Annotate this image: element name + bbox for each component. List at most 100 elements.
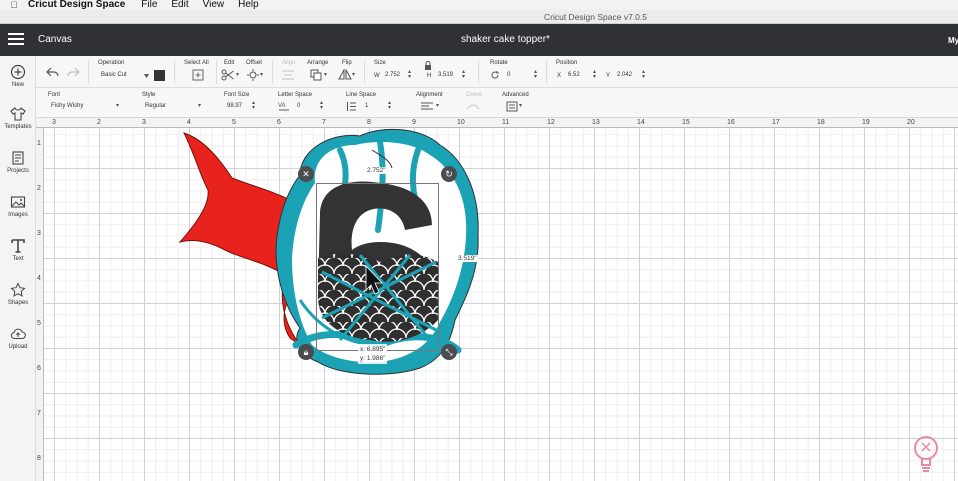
menu-file[interactable]: File bbox=[141, 0, 157, 10]
ruler-top: 3 2 3 4 5 6 7 8 9 10 11 12 13 14 15 16 1… bbox=[36, 118, 958, 128]
app-menu[interactable]: Cricut Design Space bbox=[28, 0, 125, 10]
account-menu[interactable]: My bbox=[948, 36, 958, 45]
ruler-tick: 15 bbox=[682, 119, 690, 126]
line-space-icon bbox=[347, 102, 356, 111]
design-canvas[interactable] bbox=[44, 128, 958, 481]
style-select[interactable]: Regular bbox=[142, 101, 206, 112]
font-size-label: Font Size bbox=[224, 92, 250, 98]
sidebar-item-images[interactable]: Images bbox=[0, 194, 36, 218]
ruler-tick: 6 bbox=[37, 365, 41, 372]
rotate-input[interactable]: 0 bbox=[504, 70, 532, 81]
menu-edit[interactable]: Edit bbox=[171, 0, 188, 10]
ruler-tick: 4 bbox=[37, 275, 41, 282]
app-header: Canvas shaker cake topper* My bbox=[0, 24, 958, 56]
selection-width-label: 2.752" bbox=[366, 167, 387, 174]
window-title-bar: Cricut Design Space v7.0.5 bbox=[0, 10, 958, 24]
ruler-tick: 8 bbox=[37, 455, 41, 462]
sidebar-item-label: Images bbox=[8, 212, 28, 218]
scissors-icon[interactable] bbox=[221, 69, 235, 81]
flip-label: Flip bbox=[342, 60, 352, 66]
ruler-tick: 14 bbox=[637, 119, 645, 126]
sidebar-item-templates[interactable]: Templates bbox=[0, 106, 36, 130]
line-space-input[interactable]: 1 bbox=[362, 101, 388, 112]
rotate-icon bbox=[491, 71, 499, 79]
apple-menu-icon[interactable]:  bbox=[0, 0, 28, 10]
menu-help[interactable]: Help bbox=[238, 0, 259, 10]
lock-icon[interactable] bbox=[424, 61, 432, 70]
sidebar-item-label: Projects bbox=[7, 168, 29, 174]
font-size-input[interactable]: 98.97 bbox=[224, 101, 254, 112]
redo-icon[interactable] bbox=[66, 67, 80, 77]
ruler-tick: 8 bbox=[367, 119, 371, 126]
letter-space-input[interactable]: 0 bbox=[294, 101, 320, 112]
cursor-coordinate-readout: x: 6.895" y: 1.986" bbox=[358, 344, 388, 364]
width-label: W bbox=[374, 73, 380, 79]
sidebar-item-upload[interactable]: Upload bbox=[0, 326, 36, 350]
lock-handle-icon[interactable]: 🔒︎ bbox=[298, 344, 314, 360]
ruler-tick: 3 bbox=[142, 119, 146, 126]
select-all-label: Select All bbox=[184, 60, 209, 66]
x-label: X bbox=[557, 73, 562, 79]
position-y-input[interactable]: 2.042 bbox=[614, 70, 642, 81]
width-input[interactable]: 2.752 bbox=[382, 70, 410, 81]
flip-icon[interactable] bbox=[338, 69, 352, 81]
ruler-tick: 13 bbox=[592, 119, 600, 126]
advanced-label: Advanced bbox=[502, 92, 529, 98]
style-label: Style bbox=[142, 92, 156, 98]
text-align-icon[interactable] bbox=[420, 102, 434, 112]
sidebar-item-label: Upload bbox=[8, 344, 28, 350]
position-x-input[interactable]: 6.52 bbox=[565, 70, 593, 81]
align-label: Align bbox=[282, 60, 296, 66]
edit-label: Edit bbox=[224, 60, 235, 66]
header-section-title: Canvas bbox=[38, 34, 72, 45]
shapes-icon bbox=[10, 282, 26, 297]
sidebar-item-label: Shapes bbox=[7, 300, 29, 306]
height-input[interactable]: 3.519 bbox=[435, 70, 463, 81]
operation-select[interactable]: Basic Cut bbox=[98, 70, 148, 81]
selection-bounding-box[interactable] bbox=[316, 183, 439, 351]
undo-icon[interactable] bbox=[46, 67, 60, 77]
offset-icon[interactable] bbox=[247, 69, 259, 81]
ruler-tick: 2 bbox=[37, 185, 41, 192]
ruler-tick: 19 bbox=[862, 119, 870, 126]
cursor-y-readout: y: 1.986" bbox=[360, 355, 386, 362]
left-sidebar: New Templates Projects Images Text Shape… bbox=[0, 56, 36, 481]
rotate-handle-icon[interactable]: ↻ bbox=[441, 166, 457, 182]
ruler-tick: 7 bbox=[322, 119, 326, 126]
arrange-icon[interactable] bbox=[310, 69, 323, 81]
ruler-tick: 1 bbox=[37, 140, 41, 147]
text-toolbar: Font Fishy Wishy ▾ Style Regular ▾ Font … bbox=[36, 88, 958, 118]
cursor-x-readout: x: 6.895" bbox=[360, 346, 386, 353]
hamburger-menu-icon[interactable] bbox=[8, 33, 24, 47]
ruler-tick: 6 bbox=[277, 119, 281, 126]
ruler-tick: 9 bbox=[412, 119, 416, 126]
sidebar-item-label: Templates bbox=[4, 124, 32, 130]
sidebar-item-new[interactable]: New bbox=[0, 64, 36, 88]
shirt-icon bbox=[10, 107, 26, 121]
advanced-icon[interactable] bbox=[506, 101, 518, 112]
plus-circle-icon bbox=[10, 64, 26, 80]
rotate-label: Rotate bbox=[490, 60, 508, 66]
sidebar-item-label: Text bbox=[12, 256, 24, 262]
ruler-tick: 20 bbox=[907, 119, 915, 126]
ruler-tick: 3 bbox=[37, 230, 41, 237]
sidebar-item-text[interactable]: Text bbox=[0, 238, 36, 262]
chevron-down-icon bbox=[144, 74, 149, 78]
curve-icon[interactable] bbox=[466, 101, 480, 111]
resize-handle-icon[interactable]: ⤡ bbox=[441, 344, 457, 360]
ruler-tick: 5 bbox=[232, 119, 236, 126]
height-label: H bbox=[427, 73, 432, 79]
menu-view[interactable]: View bbox=[203, 0, 225, 10]
sidebar-item-shapes[interactable]: Shapes bbox=[0, 282, 36, 306]
font-select[interactable]: Fishy Wishy bbox=[48, 101, 124, 112]
letter-space-label: Letter Space bbox=[278, 92, 313, 98]
sidebar-item-projects[interactable]: Projects bbox=[0, 150, 36, 174]
offset-label: Offset bbox=[246, 60, 262, 66]
operation-color-swatch[interactable] bbox=[154, 70, 165, 81]
delete-handle-close-icon[interactable]: ✕ bbox=[298, 166, 314, 182]
line-space-label: Line Space bbox=[346, 92, 377, 98]
select-all-icon[interactable] bbox=[192, 69, 204, 81]
lightbulb-logo-icon bbox=[914, 436, 938, 472]
svg-text:VA: VA bbox=[278, 103, 286, 109]
align-icon[interactable] bbox=[281, 70, 295, 80]
